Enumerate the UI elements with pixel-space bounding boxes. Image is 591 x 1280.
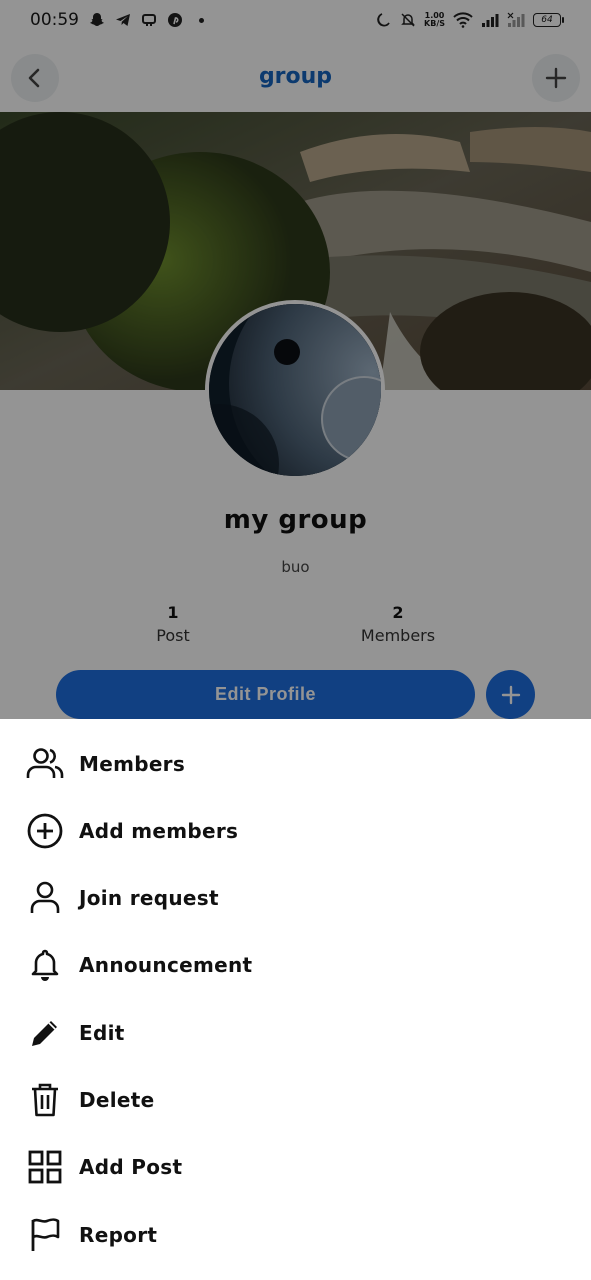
menu-label: Members bbox=[79, 752, 186, 776]
grid-icon bbox=[25, 1147, 65, 1187]
add-circle-icon bbox=[25, 811, 65, 851]
menu-label: Announcement bbox=[79, 953, 253, 977]
person-icon bbox=[25, 878, 65, 918]
screen: 00:59 1.00 KB/S 64 group my group buo 1 … bbox=[0, 0, 591, 1280]
menu-item-delete[interactable]: Delete bbox=[0, 1072, 591, 1128]
menu-label: Add members bbox=[79, 819, 239, 843]
menu-label: Delete bbox=[79, 1088, 155, 1112]
bell-icon bbox=[25, 945, 65, 985]
menu-label: Add Post bbox=[79, 1155, 183, 1179]
modal-scrim[interactable] bbox=[0, 0, 591, 719]
menu-item-report[interactable]: Report bbox=[0, 1207, 591, 1263]
menu-item-join-request[interactable]: Join request bbox=[0, 870, 591, 926]
menu-label: Report bbox=[79, 1223, 158, 1247]
menu-item-edit[interactable]: Edit bbox=[0, 1005, 591, 1061]
flag-icon bbox=[25, 1215, 65, 1255]
members-icon bbox=[25, 744, 65, 784]
trash-icon bbox=[25, 1080, 65, 1120]
menu-item-add-post[interactable]: Add Post bbox=[0, 1139, 591, 1195]
menu-item-announcement[interactable]: Announcement bbox=[0, 937, 591, 993]
menu-item-add-members[interactable]: Add members bbox=[0, 803, 591, 859]
menu-label: Edit bbox=[79, 1021, 125, 1045]
options-bottom-sheet: Members Add members Join request Announc… bbox=[0, 719, 591, 1280]
menu-label: Join request bbox=[79, 886, 219, 910]
menu-item-members[interactable]: Members bbox=[0, 736, 591, 792]
pencil-icon bbox=[25, 1013, 65, 1053]
